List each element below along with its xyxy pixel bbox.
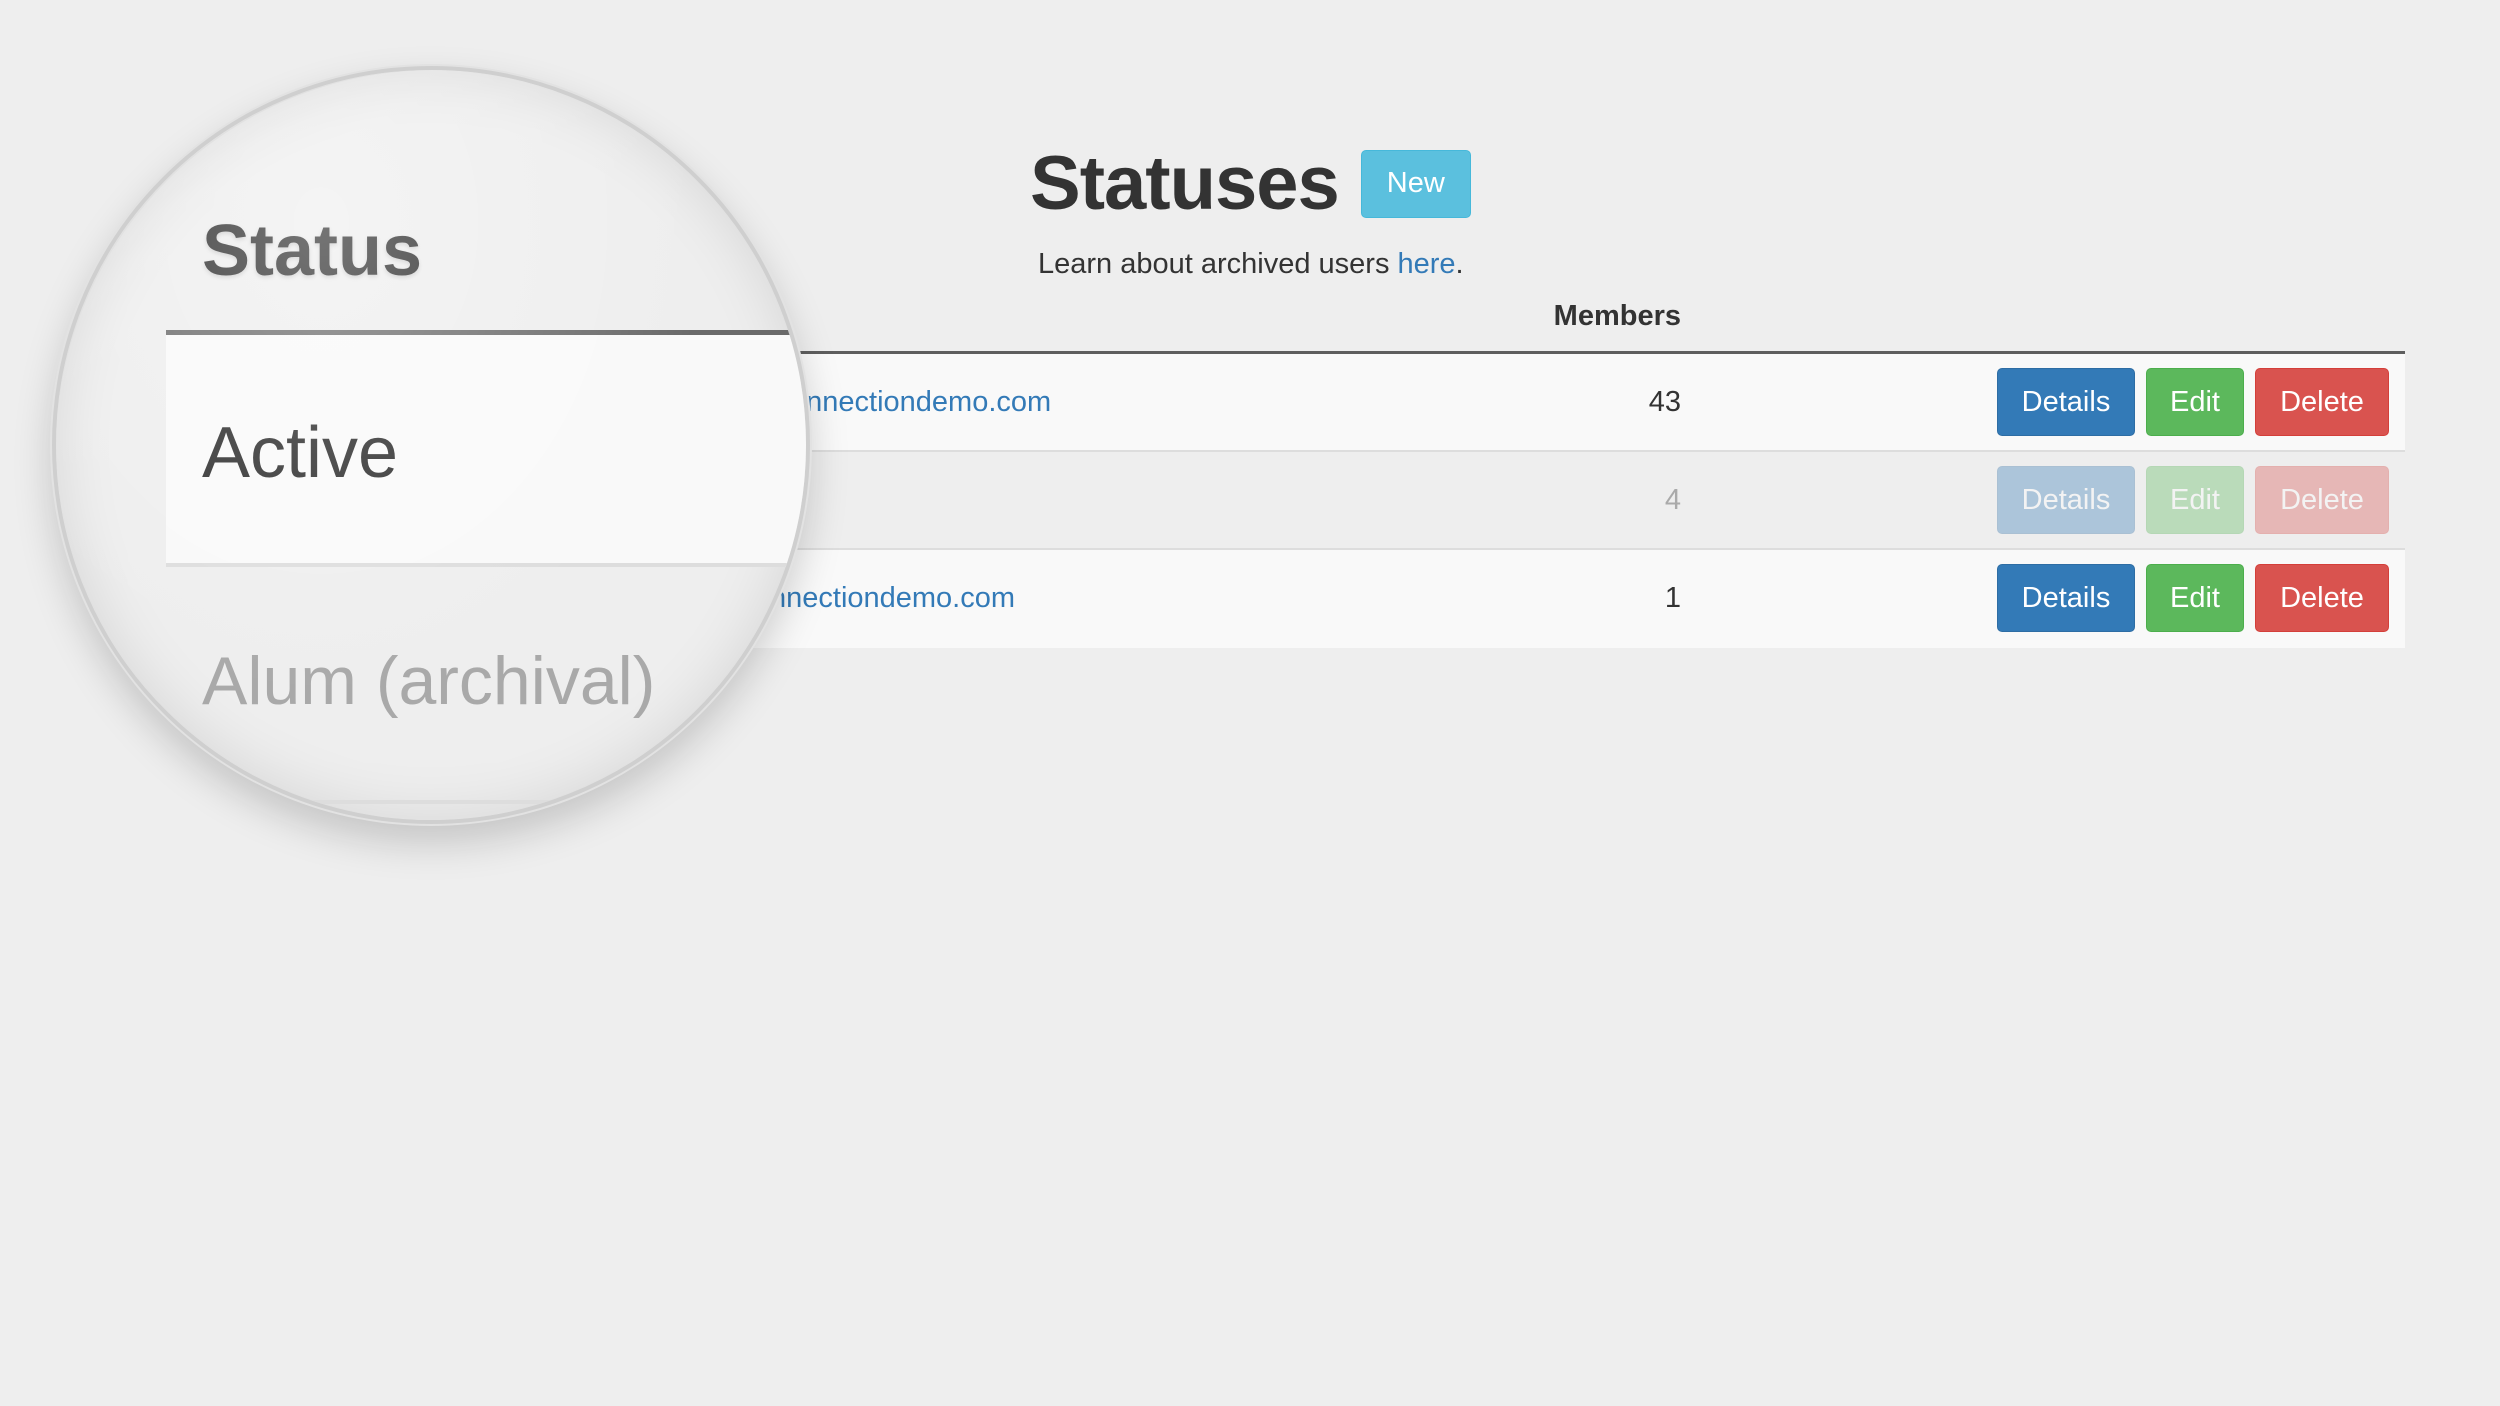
table-row: nnectiondemo.com 1 Details Edit Delete [560, 550, 2405, 648]
archived-info-link[interactable]: here [1398, 248, 1456, 280]
members-count: 4 [1664, 484, 1681, 516]
header-divider [166, 330, 806, 335]
status-column-header: Status [202, 211, 423, 291]
table-row: 4 Details Edit Delete [560, 452, 2405, 550]
email-partial: nnectiondemo.com [806, 386, 1052, 418]
edit-button[interactable]: Edit [2146, 466, 2244, 534]
row-actions: Details Edit Delete [1997, 368, 2389, 436]
edit-button[interactable]: Edit [2146, 368, 2244, 436]
archived-info-text: Learn about archived users here. [1038, 248, 1464, 281]
page-title: Statuses [1030, 141, 1340, 226]
page-header: Statuses New [1030, 140, 1471, 227]
table-header: Members [560, 296, 2405, 354]
members-count: 43 [1648, 386, 1681, 418]
details-button[interactable]: Details [1997, 466, 2135, 534]
magnified-view: Status Active Alum (archival) [56, 70, 806, 820]
subtitle-prefix: Learn about archived users [1038, 248, 1398, 280]
status-email-link[interactable]: nnectiondemo.com [770, 550, 1015, 646]
row-divider [166, 800, 806, 804]
edit-button[interactable]: Edit [2146, 564, 2244, 632]
delete-button[interactable]: Delete [2255, 564, 2389, 632]
table-row: onnectiondemo.com 43 Details Edit Delete [560, 354, 2405, 452]
row-actions: Details Edit Delete [1997, 564, 2389, 632]
row-actions: Details Edit Delete [1997, 466, 2389, 534]
new-status-button[interactable]: New [1360, 149, 1471, 218]
delete-button[interactable]: Delete [2255, 466, 2389, 534]
details-button[interactable]: Details [1997, 564, 2135, 632]
page: Statuses New Learn about archived users … [0, 0, 2500, 1406]
status-alum-label: Alum (archival) [202, 643, 656, 719]
magnifier-lens: Status Active Alum (archival) [52, 66, 810, 824]
delete-button[interactable]: Delete [2255, 368, 2389, 436]
subtitle-suffix: . [1455, 248, 1464, 280]
status-email-link[interactable]: onnectiondemo.com [790, 354, 1051, 450]
statuses-table: Members onnectiondemo.com 43 Details Edi… [560, 296, 2405, 648]
details-button[interactable]: Details [1997, 368, 2135, 436]
members-column-header: Members [1553, 300, 1681, 332]
members-count: 1 [1664, 582, 1681, 614]
status-active-label: Active [202, 413, 399, 493]
